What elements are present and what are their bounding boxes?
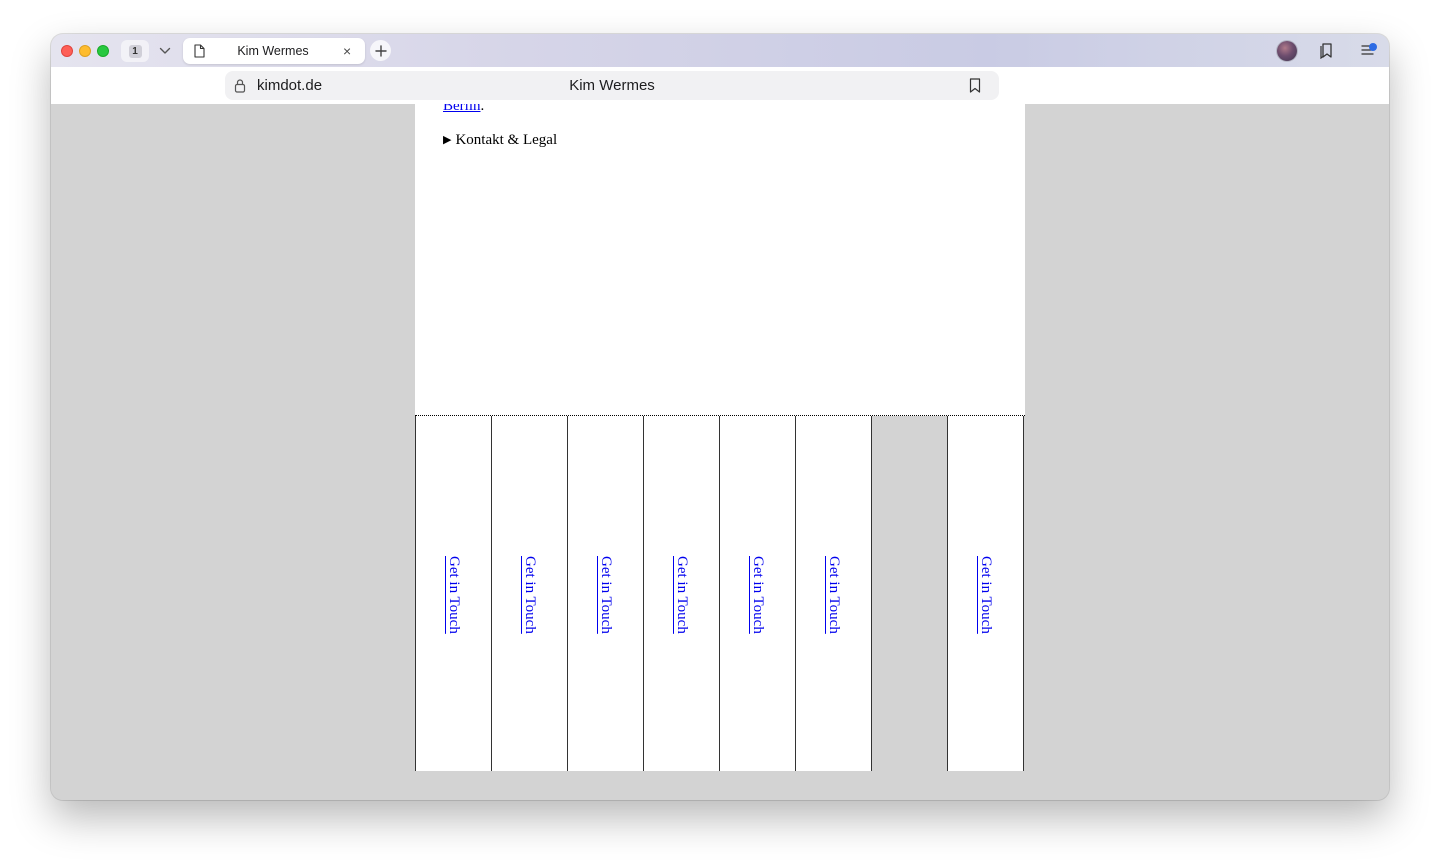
close-window-button[interactable] — [61, 45, 73, 57]
toolbar: kimdot.de Kim Wermes — [51, 67, 1389, 105]
strip-column: Get in Touch — [644, 416, 720, 771]
get-in-touch-link[interactable]: Get in Touch — [825, 556, 842, 634]
reading-list-icon[interactable] — [1320, 41, 1334, 59]
bookmark-icon[interactable] — [969, 78, 981, 93]
disclosure-triangle-icon: ▶ — [443, 134, 452, 146]
get-in-touch-link[interactable]: Get in Touch — [597, 556, 614, 634]
tab-bar: 1 Kim Wermes × — [51, 34, 1389, 67]
strip-column: Get in Touch — [796, 416, 872, 771]
strip-column: Get in Touch — [948, 416, 1024, 771]
tab-title: Kim Wermes — [237, 44, 309, 58]
get-in-touch-link[interactable]: Get in Touch — [977, 556, 994, 634]
new-tab-button[interactable] — [370, 40, 391, 61]
tab-close-button[interactable]: × — [343, 44, 351, 58]
get-in-touch-link[interactable]: Get in Touch — [673, 556, 690, 634]
url-host: kimdot.de — [257, 77, 323, 94]
document-icon — [194, 44, 205, 58]
strip-column-empty — [872, 416, 948, 771]
get-in-touch-link[interactable]: Get in Touch — [749, 556, 766, 634]
get-in-touch-link[interactable]: Get in Touch — [445, 556, 462, 634]
web-viewport: Berlin. ▶ Kontakt & Legal Get in Touch Get… — [51, 104, 1389, 800]
strip-column: Get in Touch — [720, 416, 796, 771]
berlin-link[interactable]: Berlin — [443, 104, 481, 114]
tab-overview-button[interactable]: 1 — [121, 40, 149, 62]
strip-column: Get in Touch — [568, 416, 644, 771]
address-bar[interactable]: kimdot.de Kim Wermes — [225, 71, 999, 100]
content-panel: Berlin. ▶ Kontakt & Legal — [415, 104, 1025, 416]
plus-icon — [374, 44, 387, 57]
lock-icon — [234, 79, 246, 93]
page-title: Kim Wermes — [569, 77, 655, 94]
tab-count-label: 1 — [128, 44, 142, 58]
chevron-down-icon — [159, 47, 171, 54]
active-tab[interactable]: Kim Wermes × — [183, 38, 365, 64]
notification-badge — [1369, 43, 1377, 51]
summary-label: Kontakt & Legal — [455, 132, 558, 148]
strip-column: Get in Touch — [415, 416, 492, 771]
profile-avatar[interactable] — [1277, 41, 1297, 61]
period-text: . — [480, 104, 485, 114]
minimize-window-button[interactable] — [79, 45, 91, 57]
page-content: Berlin. ▶ Kontakt & Legal Get in Touch Get… — [415, 104, 1025, 771]
tab-list-button[interactable] — [153, 40, 177, 62]
zoom-window-button[interactable] — [97, 45, 109, 57]
browser-window: 1 Kim Wermes × kimdot.de Kim Wermes Berl… — [51, 34, 1389, 800]
contact-strip: Get in Touch Get in Touch Get in Touch Get … — [415, 415, 1025, 771]
location-line: Berlin. — [443, 104, 484, 115]
get-in-touch-link[interactable]: Get in Touch — [521, 556, 538, 634]
kontakt-legal-summary[interactable]: ▶ Kontakt & Legal — [443, 132, 557, 149]
strip-column: Get in Touch — [492, 416, 568, 771]
